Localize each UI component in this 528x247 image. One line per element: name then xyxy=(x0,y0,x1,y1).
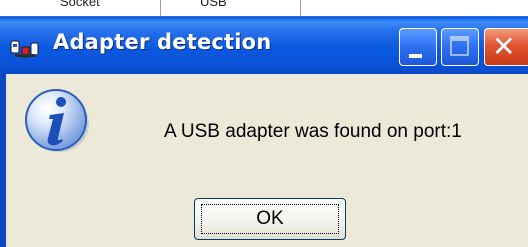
column-divider xyxy=(300,0,301,16)
minimize-button[interactable] xyxy=(399,28,437,66)
background-cell: Socket xyxy=(60,0,100,9)
dialog-message: A USB adapter was found on port:1 xyxy=(164,121,462,142)
dialog-title: Adapter detection xyxy=(53,30,272,54)
ok-button[interactable]: OK xyxy=(194,198,346,240)
maximize-button[interactable] xyxy=(441,28,479,66)
close-button[interactable]: ✕ xyxy=(484,28,528,66)
close-icon: ✕ xyxy=(492,30,516,63)
maximize-icon xyxy=(450,36,469,56)
ok-button-label: OK xyxy=(256,208,284,229)
dialog-client-area: A USB adapter was found on port:1 OK xyxy=(6,74,528,247)
info-icon xyxy=(25,89,89,152)
minimize-icon xyxy=(409,54,422,58)
column-divider xyxy=(160,0,161,16)
background-app-strip: Socket USB xyxy=(0,0,528,17)
background-cell: USB xyxy=(200,0,227,9)
dialog-titlebar[interactable]: Adapter detection ✕ xyxy=(0,16,528,75)
adapter-app-icon xyxy=(10,40,39,58)
